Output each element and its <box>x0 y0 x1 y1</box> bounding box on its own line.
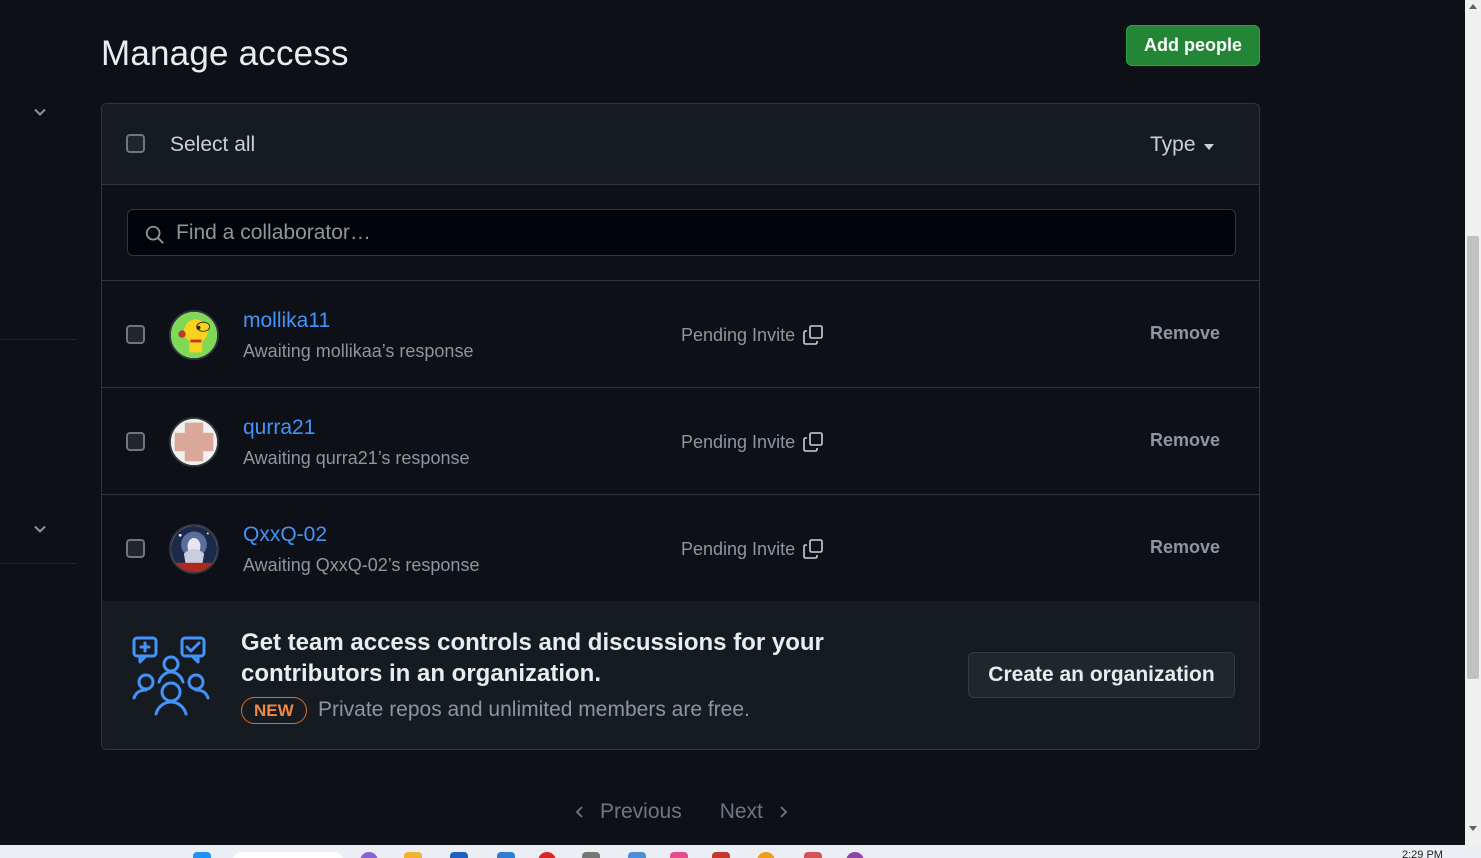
identicon-avatar-icon <box>171 419 217 465</box>
collaborator-row: mollika11 Awaiting mollikaa’s response P… <box>102 281 1259 388</box>
start-icon[interactable] <box>193 852 211 858</box>
app-icon[interactable] <box>538 852 556 858</box>
caret-down-icon <box>1203 144 1214 150</box>
pending-invite-label: Pending Invite <box>681 538 796 559</box>
taskbar-search-box[interactable] <box>233 852 343 858</box>
collaborator-row: QxxQ-02 Awaiting QxxQ-02’s response Pend… <box>102 495 1259 602</box>
type-filter-dropdown[interactable]: Type <box>1150 133 1214 157</box>
scrollbar-thumb[interactable] <box>1467 236 1479 679</box>
collaborator-row: qurra21 Awaiting qurra21’s response Pend… <box>102 388 1259 495</box>
app-icon[interactable] <box>582 852 600 858</box>
list-header: Select all Type <box>102 104 1259 185</box>
people-discussion-icon <box>130 634 212 716</box>
add-people-button[interactable]: Add people <box>1126 25 1260 66</box>
pending-invite-label: Pending Invite <box>681 431 796 452</box>
previous-page-button[interactable]: Previous <box>572 800 682 824</box>
copy-icon[interactable] <box>801 537 825 561</box>
invite-status: Pending Invite <box>681 323 825 347</box>
collaborator-username[interactable]: QxxQ-02 <box>243 523 327 547</box>
collaborators-box: Select all Type mollika1 <box>101 103 1260 750</box>
avatar[interactable] <box>169 417 219 467</box>
copy-icon[interactable] <box>801 430 825 454</box>
app-icon[interactable] <box>804 852 822 858</box>
previous-label: Previous <box>600 800 682 823</box>
collaborator-username[interactable]: mollika11 <box>243 309 330 333</box>
organization-promo: Get team access controls and discussions… <box>102 601 1259 749</box>
yellow-cartoon-avatar-icon <box>171 312 217 358</box>
remove-button[interactable]: Remove <box>1150 323 1220 344</box>
next-page-button[interactable]: Next <box>720 800 791 824</box>
app-icon[interactable] <box>670 852 688 858</box>
chevron-left-icon <box>575 806 583 818</box>
promo-note: Private repos and unlimited members are … <box>318 698 750 721</box>
new-badge: NEW <box>241 697 307 724</box>
left-sidebar <box>0 0 76 845</box>
app-icon[interactable] <box>757 852 775 858</box>
chevron-right-icon <box>780 806 788 818</box>
next-label: Next <box>719 800 763 823</box>
os-taskbar: 2:29 PM <box>0 845 1481 858</box>
vertical-scrollbar[interactable] <box>1465 0 1481 845</box>
collaborator-status-text: Awaiting qurra21’s response <box>243 448 470 468</box>
chevron-down-icon[interactable] <box>30 102 50 122</box>
search-input[interactable] <box>176 220 1216 246</box>
search-icon <box>144 224 166 246</box>
invite-status: Pending Invite <box>681 537 825 561</box>
create-organization-button[interactable]: Create an organization <box>968 652 1235 698</box>
remove-button[interactable]: Remove <box>1150 537 1220 558</box>
scroll-down-icon[interactable] <box>1469 826 1477 831</box>
app-icon[interactable] <box>628 852 646 858</box>
select-all-label: Select all <box>170 133 256 156</box>
app-icon[interactable] <box>846 852 864 858</box>
folder-icon[interactable] <box>404 852 422 858</box>
promo-title: Get team access controls and discussions… <box>241 629 824 687</box>
pending-invite-label: Pending Invite <box>681 324 796 345</box>
pagination: Previous Next <box>572 799 791 825</box>
search-section <box>102 185 1259 281</box>
avatar[interactable] <box>169 310 219 360</box>
remove-button[interactable]: Remove <box>1150 430 1220 451</box>
app-icon[interactable] <box>497 852 515 858</box>
chevron-down-icon[interactable] <box>30 519 50 539</box>
page-title: Manage access <box>101 34 349 73</box>
app-icon[interactable] <box>360 852 378 858</box>
search-field[interactable] <box>127 209 1236 256</box>
invite-status: Pending Invite <box>681 430 825 454</box>
copy-icon[interactable] <box>801 323 825 347</box>
collaborator-username[interactable]: qurra21 <box>243 416 315 440</box>
select-all-checkbox[interactable] <box>126 134 145 153</box>
row-checkbox[interactable] <box>126 432 145 451</box>
type-filter-label: Type <box>1150 133 1196 156</box>
taskbar-clock[interactable]: 2:29 PM <box>1402 849 1443 858</box>
app-icon[interactable] <box>450 852 468 858</box>
app-icon[interactable] <box>712 852 730 858</box>
sidebar-divider <box>0 563 76 564</box>
collaborator-status-text: Awaiting QxxQ-02’s response <box>243 555 480 575</box>
anime-avatar-icon <box>171 526 217 572</box>
row-checkbox[interactable] <box>126 325 145 344</box>
avatar[interactable] <box>169 524 219 574</box>
scroll-up-icon[interactable] <box>1469 4 1477 9</box>
collaborator-status-text: Awaiting mollikaa’s response <box>243 341 474 361</box>
row-checkbox[interactable] <box>126 539 145 558</box>
sidebar-divider <box>0 339 76 340</box>
